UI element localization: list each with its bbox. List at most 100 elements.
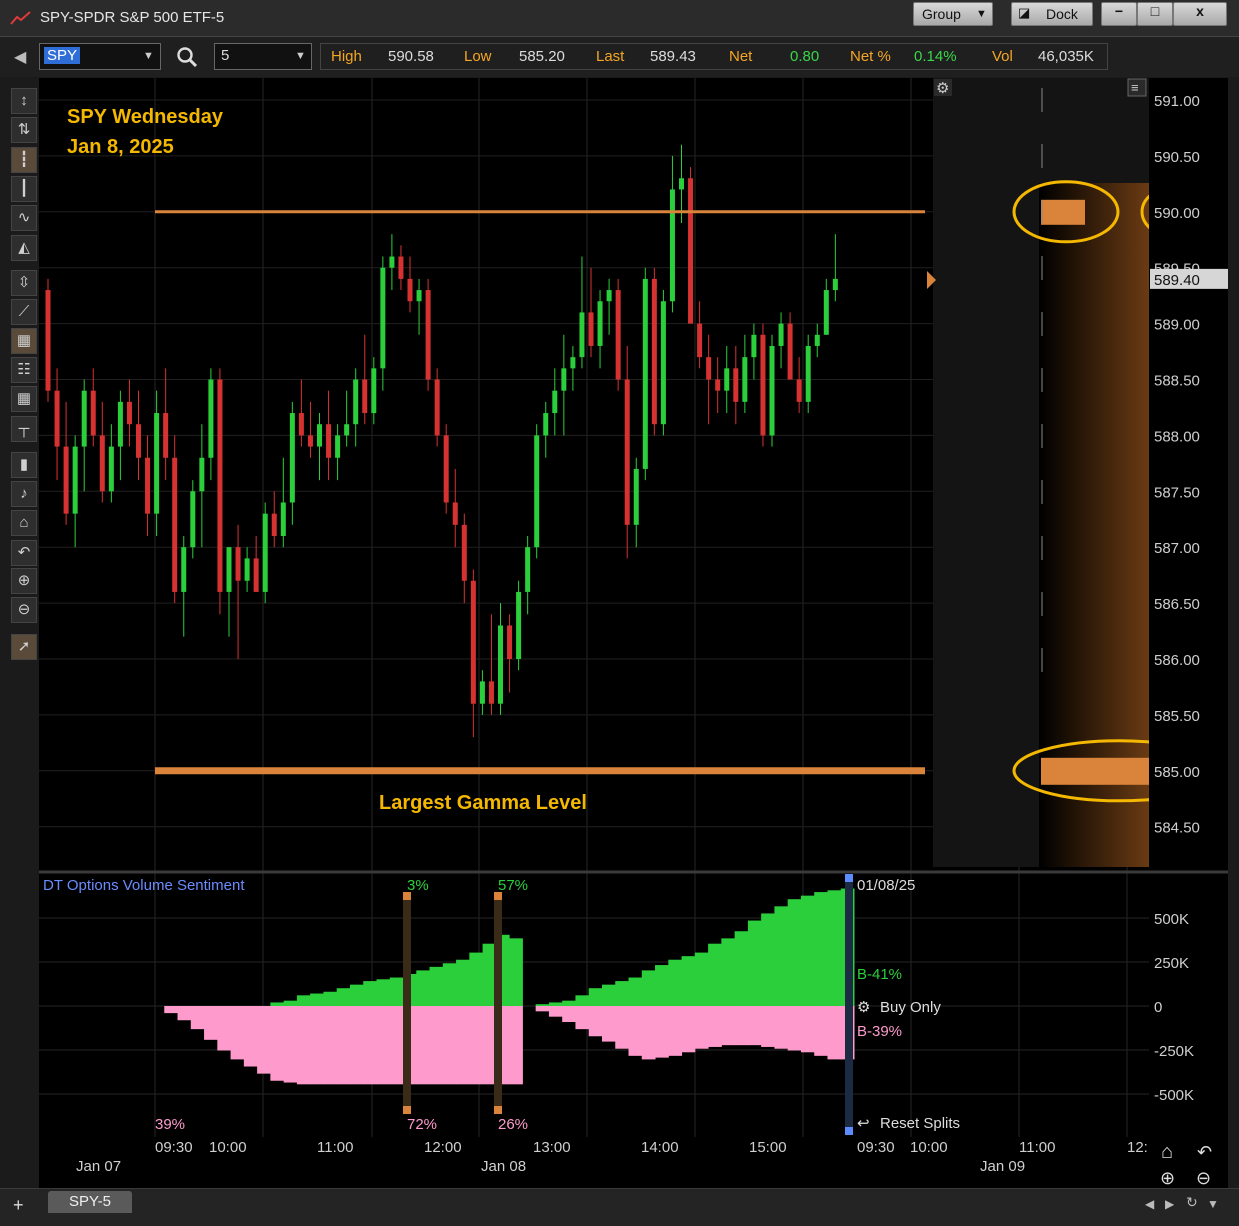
line-style-icon[interactable]: ∿ bbox=[11, 205, 37, 231]
candle-body bbox=[679, 178, 684, 190]
sell-bar bbox=[774, 1006, 789, 1049]
pin-icon[interactable]: ▮ bbox=[11, 452, 37, 478]
candle-body bbox=[715, 379, 721, 391]
candle-body bbox=[498, 625, 503, 704]
crosshair-icon[interactable]: ┬ bbox=[11, 416, 37, 442]
candle-body bbox=[543, 413, 549, 436]
candle bbox=[697, 301, 703, 369]
candle-body bbox=[99, 435, 105, 492]
candle bbox=[561, 334, 567, 436]
stat-vol-label: Vol bbox=[992, 48, 1013, 65]
trendline-icon[interactable]: ⟋ bbox=[11, 299, 37, 325]
chevron-down-icon[interactable]: ▼ bbox=[1207, 1197, 1219, 1211]
gear-icon[interactable]: ⚙ bbox=[857, 999, 870, 1016]
grid-icon[interactable]: ▦ bbox=[11, 386, 37, 412]
menu-icon[interactable]: ≡ bbox=[1131, 80, 1139, 95]
sell-bar bbox=[761, 1006, 775, 1047]
buy-only-label[interactable]: Buy Only bbox=[880, 999, 941, 1016]
zoom-out-icon[interactable]: ⊖ bbox=[11, 597, 37, 623]
sell-bar bbox=[469, 1006, 484, 1085]
chevron-down-icon[interactable]: ▼ bbox=[143, 50, 154, 62]
scroll-left-icon[interactable]: ◀ bbox=[1145, 1197, 1154, 1211]
dock-button[interactable]: ◪ Dock bbox=[1011, 2, 1093, 26]
split-marker[interactable] bbox=[494, 894, 502, 1112]
symbol-input[interactable]: SPY ▼ bbox=[39, 43, 161, 70]
sell-bar bbox=[204, 1006, 218, 1040]
cursor-cross-icon[interactable]: ↕ bbox=[11, 88, 37, 114]
candle-style-icon[interactable]: ┇ bbox=[11, 147, 37, 173]
reset-icon[interactable]: ↩ bbox=[857, 1115, 870, 1132]
candle-body bbox=[271, 513, 277, 537]
candle bbox=[443, 424, 449, 514]
sell-bar bbox=[655, 1006, 669, 1058]
zoom-in-icon[interactable]: ⊕ bbox=[1160, 1168, 1175, 1188]
area-style-icon[interactable]: ◭ bbox=[11, 235, 37, 261]
tab-spy-5[interactable]: SPY-5 bbox=[48, 1191, 132, 1213]
group-button[interactable]: Group ▼ bbox=[913, 2, 993, 26]
home-icon[interactable]: ⌂ bbox=[1161, 1141, 1173, 1163]
candle bbox=[434, 368, 440, 447]
candle-body bbox=[280, 502, 286, 537]
split-marker[interactable] bbox=[403, 894, 411, 1112]
cursor-bars-icon[interactable]: ⇅ bbox=[11, 117, 37, 143]
refresh-icon[interactable]: ↻ bbox=[1186, 1194, 1198, 1211]
buy-bar bbox=[694, 952, 709, 1006]
sell-bar bbox=[708, 1006, 722, 1047]
sell-bar bbox=[814, 1006, 828, 1056]
app-logo-icon bbox=[10, 11, 31, 25]
interval-select[interactable]: 5 ▼ bbox=[214, 43, 312, 70]
candle-body bbox=[262, 513, 268, 592]
buy-bar bbox=[376, 979, 391, 1006]
zoom-out-icon[interactable]: ⊖ bbox=[1196, 1168, 1211, 1188]
add-tab-icon[interactable]: + bbox=[13, 1195, 24, 1216]
candle bbox=[280, 457, 286, 548]
select-arrow-icon[interactable]: ➚ bbox=[11, 634, 37, 660]
candle-body bbox=[380, 267, 386, 369]
candle-body bbox=[199, 457, 205, 492]
stat-netpct-label: Net % bbox=[850, 48, 891, 65]
chevron-down-icon[interactable]: ▼ bbox=[295, 50, 306, 62]
candle-body bbox=[54, 390, 60, 447]
candle-body bbox=[172, 457, 178, 592]
candle-body bbox=[117, 401, 123, 447]
gear-icon[interactable]: ⚙ bbox=[936, 80, 949, 97]
candle-body bbox=[624, 379, 630, 525]
price-tick-label: 588.50 bbox=[1154, 373, 1200, 390]
candle bbox=[72, 435, 78, 548]
sell-bar bbox=[734, 1006, 749, 1046]
reset-splits-label[interactable]: Reset Splits bbox=[880, 1115, 960, 1132]
table-icon[interactable]: ☷ bbox=[11, 357, 37, 383]
current-split-bar[interactable] bbox=[845, 874, 853, 1135]
collapse-left-icon[interactable]: ◀ bbox=[14, 47, 26, 67]
close-button[interactable]: x bbox=[1173, 2, 1227, 26]
candle bbox=[344, 390, 350, 447]
maximize-button[interactable]: □ bbox=[1137, 2, 1173, 26]
split-handle[interactable] bbox=[845, 874, 853, 882]
fit-scale-icon[interactable]: ⇳ bbox=[11, 270, 37, 296]
split-handle[interactable] bbox=[845, 1127, 853, 1135]
candle-body bbox=[407, 278, 413, 302]
undo-icon[interactable]: ↶ bbox=[11, 540, 37, 566]
undo-icon[interactable]: ↶ bbox=[1197, 1142, 1212, 1162]
candle-body bbox=[452, 502, 458, 525]
chart-svg[interactable]: 591.00590.50590.00589.50589.00588.50588.… bbox=[39, 78, 1228, 1188]
sell-bar bbox=[535, 1006, 550, 1012]
candle-body bbox=[751, 334, 757, 358]
split-handle[interactable] bbox=[403, 1106, 411, 1114]
split-handle[interactable] bbox=[494, 1106, 502, 1114]
price-tick-label: 590.50 bbox=[1154, 149, 1200, 166]
sell-bar bbox=[363, 1006, 377, 1085]
minimize-button[interactable]: − bbox=[1101, 2, 1137, 26]
grid-dense-icon[interactable]: ▦ bbox=[11, 328, 37, 354]
stat-netpct-value: 0.14% bbox=[914, 48, 957, 65]
note-icon[interactable]: ♪ bbox=[11, 481, 37, 507]
home-icon[interactable]: ⌂ bbox=[11, 510, 37, 536]
bar-style-icon[interactable]: ┃ bbox=[11, 176, 37, 202]
chart-area[interactable]: 591.00590.50590.00589.50589.00588.50588.… bbox=[39, 78, 1228, 1188]
scroll-right-icon[interactable]: ▶ bbox=[1165, 1197, 1174, 1211]
sell-bar bbox=[296, 1006, 311, 1085]
candle-body bbox=[525, 547, 531, 592]
zoom-in-icon[interactable]: ⊕ bbox=[11, 568, 37, 594]
search-icon[interactable] bbox=[176, 46, 198, 68]
time-tick-label: 14:00 bbox=[641, 1139, 679, 1156]
